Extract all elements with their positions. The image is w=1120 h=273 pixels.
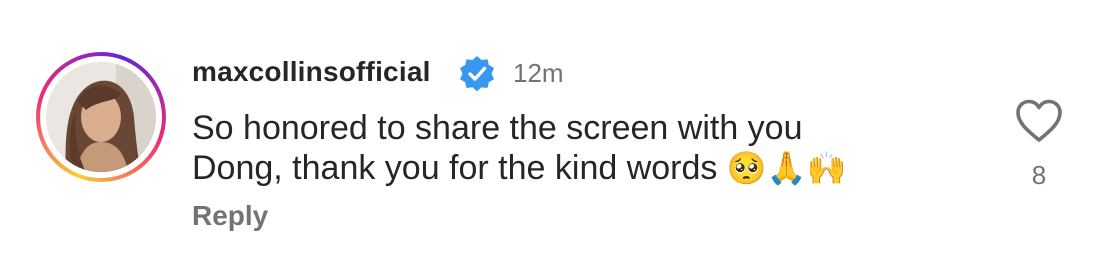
comment-text: So honored to share the screen with you … — [192, 108, 952, 188]
comment-timestamp: 12m — [513, 58, 564, 88]
avatar-photo — [46, 62, 156, 172]
verified-badge-icon — [457, 54, 497, 94]
comment: maxcollinsofficial 12m So honored to sha… — [0, 0, 1120, 273]
comment-text-line-1: So honored to share the screen with you — [192, 109, 803, 147]
username-link[interactable]: maxcollinsofficial — [192, 56, 431, 88]
heart-icon[interactable] — [1014, 98, 1064, 144]
avatar-story-ring[interactable] — [36, 52, 166, 182]
comment-text-line-2-words: Dong, thank you for the kind words — [192, 149, 718, 187]
reply-button[interactable]: Reply — [192, 200, 268, 232]
avatar[interactable] — [46, 62, 156, 172]
comment-emojis: 🥺🙏🙌 — [726, 149, 847, 187]
like-count[interactable]: 8 — [1024, 160, 1054, 191]
comment-text-line-2: Dong, thank you for the kind words 🥺🙏🙌 — [192, 148, 952, 188]
